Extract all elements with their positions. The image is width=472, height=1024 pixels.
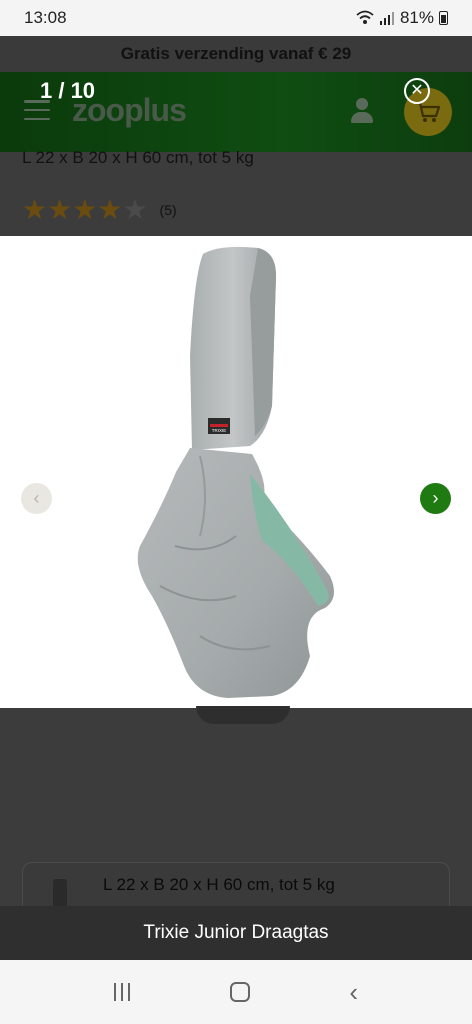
star-filled-icon: ★: [72, 194, 98, 225]
status-bar: 13:08 81%: [0, 0, 472, 36]
product-image[interactable]: TRIXIE: [0, 236, 472, 708]
star-filled-icon: ★: [97, 194, 123, 225]
battery-icon: [439, 11, 448, 25]
product-dimensions: L 22 x B 20 x H 60 cm, tot 5 kg: [22, 148, 254, 167]
close-button[interactable]: ✕: [404, 78, 430, 104]
recent-apps-icon[interactable]: [113, 983, 130, 1001]
promo-banner: Gratis verzending vanaf € 29: [0, 36, 472, 72]
battery-label: 81%: [399, 8, 434, 27]
back-icon[interactable]: ‹: [349, 979, 358, 1005]
chevron-right-icon: ›: [432, 488, 439, 508]
variant-label: L 22 x B 20 x H 60 cm, tot 5 kg: [103, 875, 335, 894]
gallery-counter: 1 / 10: [40, 78, 96, 103]
dog-sling-bag-illustration: TRIXIE: [137, 246, 334, 698]
gallery-prev-button[interactable]: ‹: [21, 483, 52, 514]
star-filled-icon: ★: [22, 194, 48, 225]
status-time: 13:08: [24, 8, 67, 27]
close-icon: ✕: [410, 82, 424, 99]
rating-count: (5): [159, 202, 177, 218]
gallery-caption: Trixie Junior Draagtas: [0, 906, 472, 960]
chevron-left-icon: ‹: [33, 488, 40, 508]
signal-icon: [379, 12, 394, 25]
home-icon[interactable]: [229, 982, 250, 1002]
status-icons: 81%: [356, 8, 448, 28]
variant-thumbnail: [53, 879, 67, 909]
user-icon[interactable]: [350, 98, 374, 124]
wifi-icon: [356, 10, 374, 24]
gallery-next-button[interactable]: ›: [420, 483, 451, 514]
gallery-caption-text: Trixie Junior Draagtas: [143, 922, 329, 943]
rating-stars: ★★★★★: [22, 196, 148, 224]
star-filled-icon: ★: [47, 194, 73, 225]
next-image-peek: [196, 706, 290, 724]
product-rating[interactable]: ★★★★★ (5): [22, 196, 177, 224]
cart-icon: [416, 101, 441, 122]
brand-tag-text: TRIXIE: [212, 428, 227, 433]
android-nav-bar: ‹: [0, 960, 472, 1024]
star-empty-icon: ★: [122, 194, 148, 225]
